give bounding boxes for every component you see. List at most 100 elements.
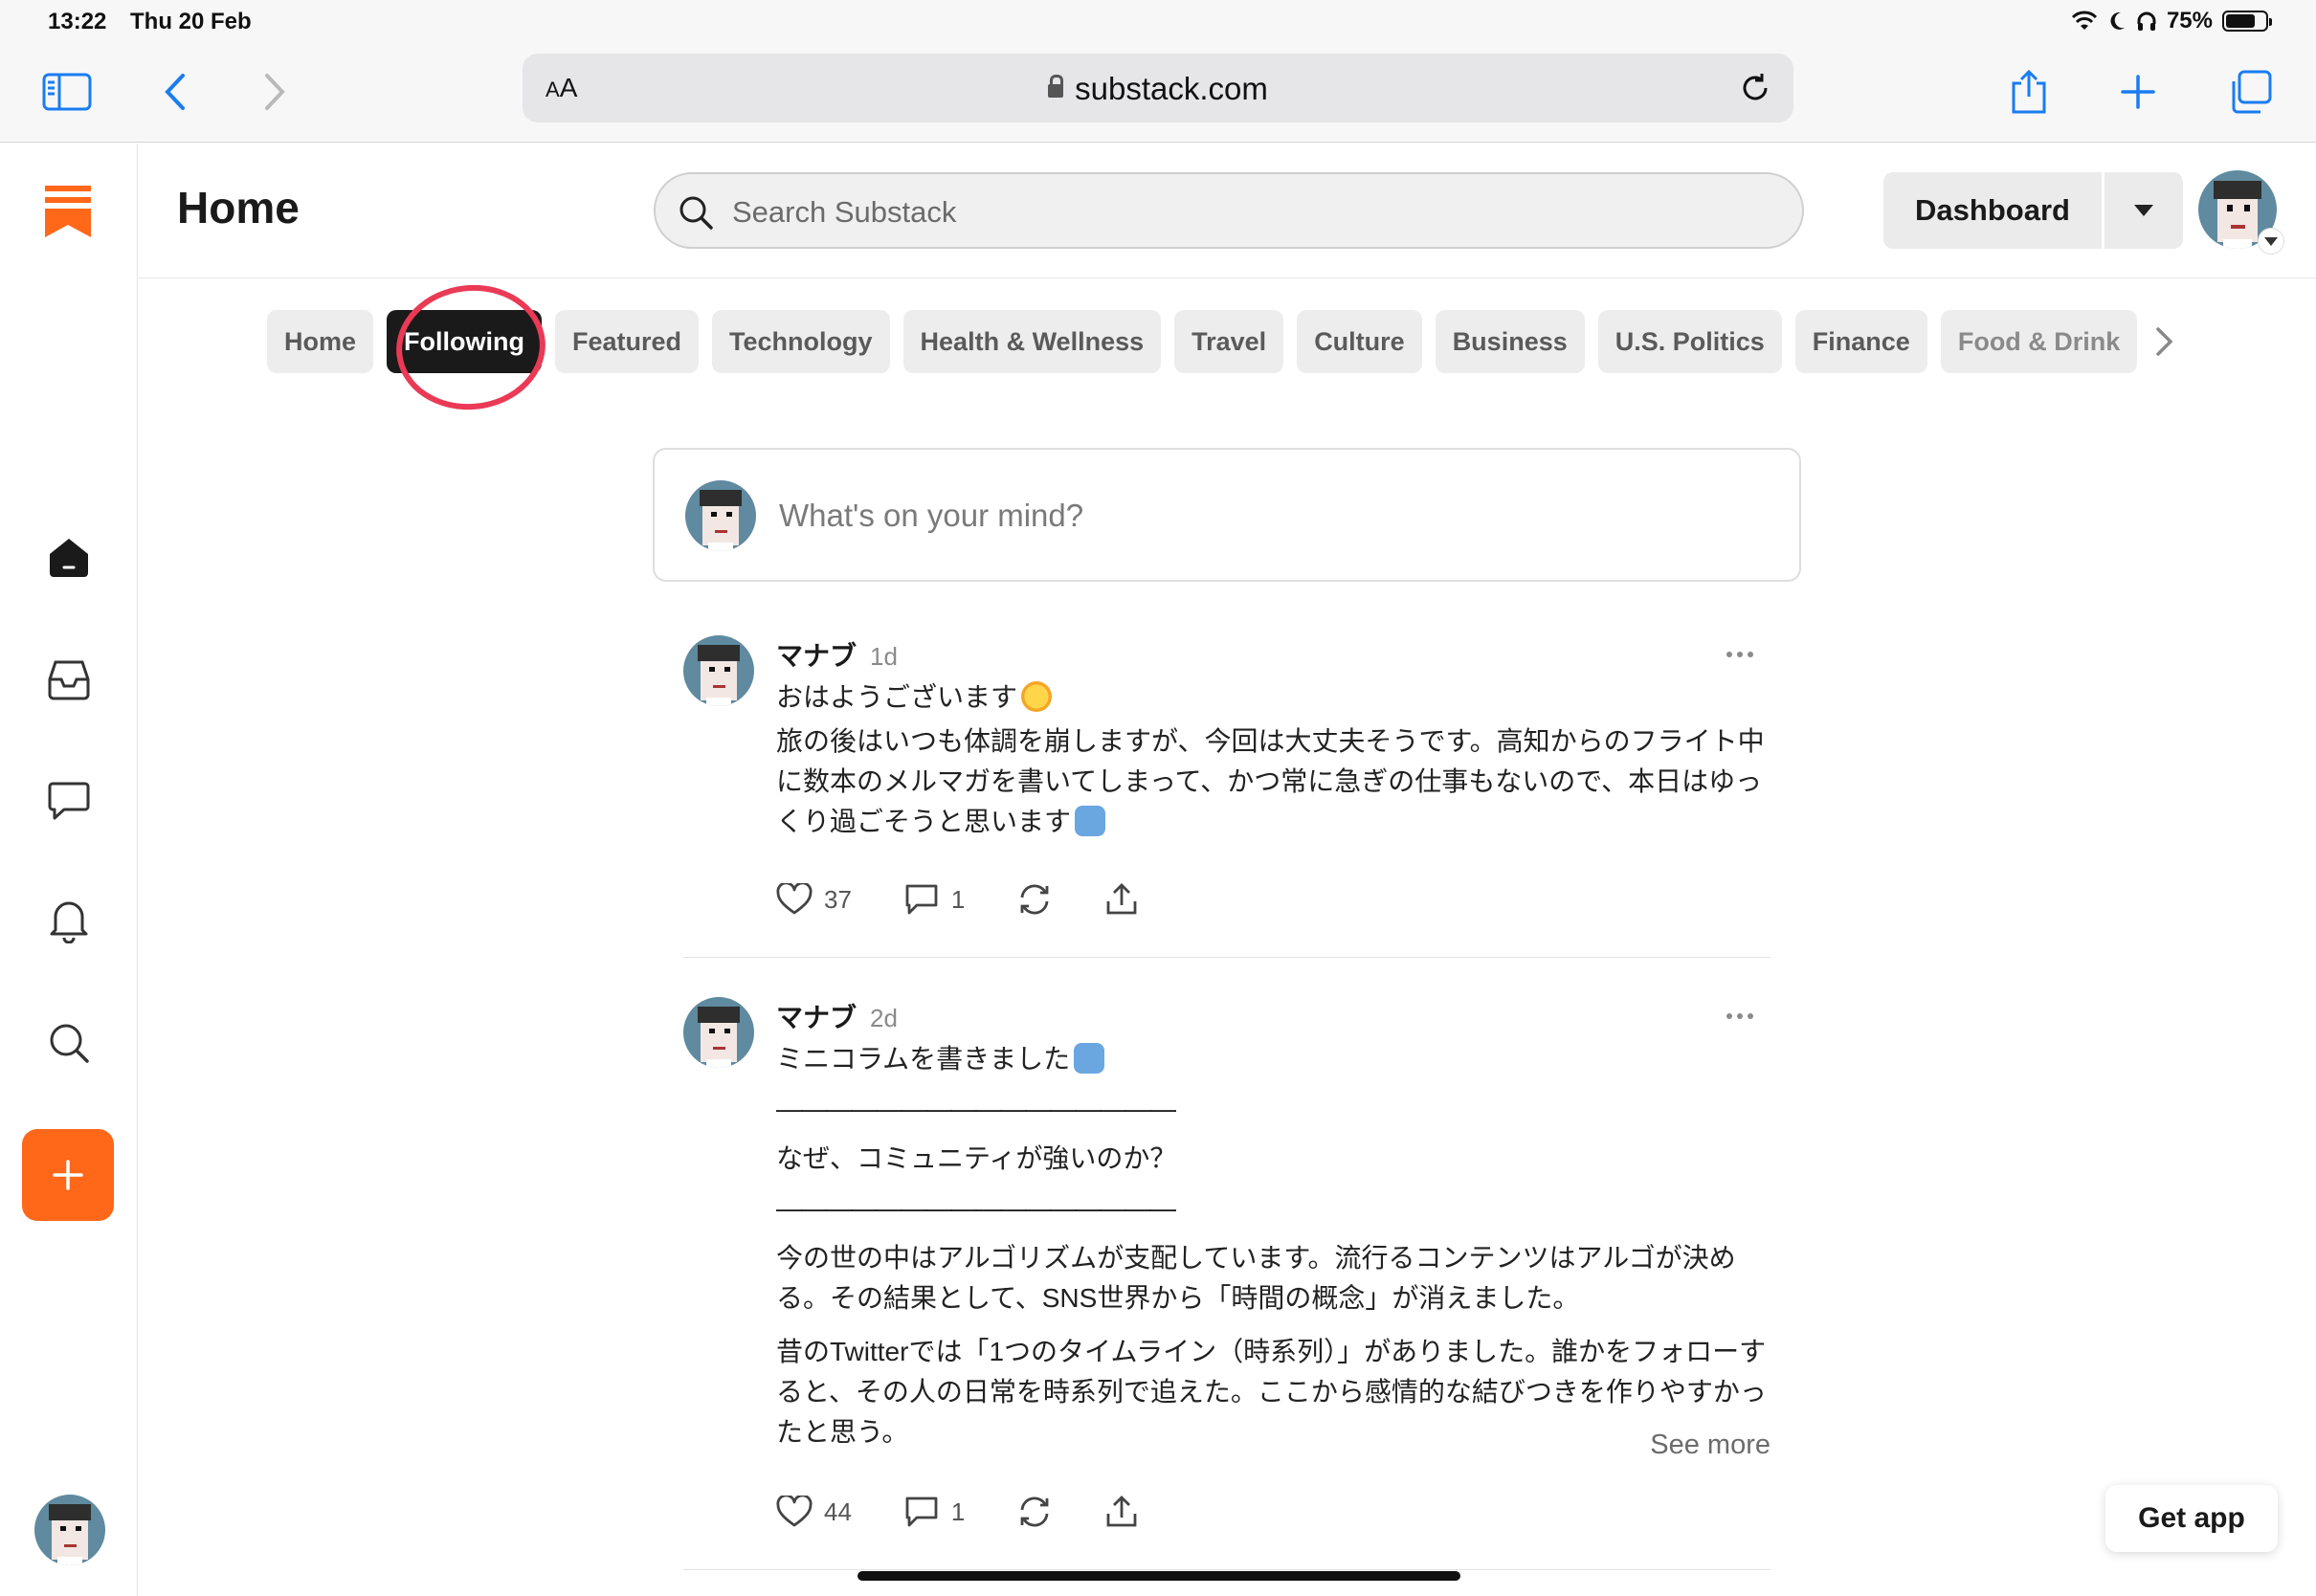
share-post-button[interactable] xyxy=(1104,1495,1139,1529)
comment-icon xyxy=(905,884,938,915)
new-tab-button[interactable] xyxy=(2109,63,2167,121)
url-text: substack.com xyxy=(523,71,1793,107)
substack-logo[interactable] xyxy=(45,186,91,237)
sidebar-toggle-button[interactable] xyxy=(38,63,96,121)
address-bar[interactable]: AA substack.com xyxy=(523,54,1793,122)
share-icon xyxy=(2012,69,2046,114)
post-time: 2d xyxy=(870,1004,898,1032)
tabs-overview-button[interactable] xyxy=(2222,63,2280,121)
post-actions: 44 1 xyxy=(776,1495,1191,1529)
forward-icon xyxy=(265,74,285,110)
search-placeholder: Search Substack xyxy=(732,195,957,229)
inbox-icon xyxy=(48,660,90,700)
post-paragraph: 今の世の中はアルゴリズムが支配しています。流行るコンテンツはアルゴが決める。その… xyxy=(776,1243,1736,1313)
tab-u-s-politics[interactable]: U.S. Politics xyxy=(1597,310,1782,373)
nav-search[interactable] xyxy=(40,1014,98,1072)
tab-health-wellness[interactable]: Health & Wellness xyxy=(902,310,1162,373)
dashboard-button[interactable]: Dashboard xyxy=(1883,172,2102,249)
back-button[interactable] xyxy=(145,63,203,121)
wifi-icon xyxy=(2071,11,2098,30)
avatar xyxy=(683,635,754,706)
comment-count: 1 xyxy=(950,884,966,914)
sidebar-icon xyxy=(42,73,92,111)
moon-icon xyxy=(2110,11,2125,30)
plus-icon xyxy=(53,1160,83,1190)
person-emoji-icon xyxy=(1075,806,1106,836)
post-body: おはようございます 旅の後はいつも体調を崩しますが、今回は大丈夫そうです。高知か… xyxy=(776,677,1771,855)
nav-notifications[interactable] xyxy=(40,892,98,949)
like-button[interactable]: 44 xyxy=(776,1496,852,1528)
heart-icon xyxy=(776,883,813,915)
comment-button[interactable]: 1 xyxy=(903,1495,965,1529)
heart-icon xyxy=(776,1496,813,1527)
share-button[interactable] xyxy=(2000,63,2058,121)
search-input[interactable]: Search Substack xyxy=(654,172,1804,249)
nav-home[interactable] xyxy=(40,528,98,586)
feed-post[interactable]: マナブ 2d ミニコラムを書きました ———————————————— なぜ、コミ… xyxy=(683,997,1770,1533)
post-paragraph: ミニコラムを書きました xyxy=(776,1044,1071,1074)
more-options-button[interactable] xyxy=(1726,1007,1765,1026)
more-icon xyxy=(1726,652,1732,657)
substack-logo-icon xyxy=(45,186,91,237)
page-header: Home Search Substack Dashboard xyxy=(139,144,2316,278)
post-paragraph: おはようございます xyxy=(776,682,1018,712)
comment-icon xyxy=(905,1496,938,1527)
browser-toolbar: AA substack.com xyxy=(0,42,2316,143)
composer-placeholder: What's on your mind? xyxy=(779,498,1084,533)
restack-button[interactable] xyxy=(1016,1495,1053,1529)
reload-button[interactable] xyxy=(1734,67,1776,109)
profile-avatar[interactable] xyxy=(34,1495,105,1565)
like-button[interactable]: 37 xyxy=(776,883,852,916)
post-paragraph: ———————————————— xyxy=(776,1193,1176,1223)
tab-featured[interactable]: Featured xyxy=(555,310,700,373)
account-menu-button[interactable] xyxy=(2198,170,2284,255)
author-avatar[interactable] xyxy=(683,635,754,706)
post-composer[interactable]: What's on your mind? xyxy=(653,448,1801,582)
more-options-button[interactable] xyxy=(1726,645,1765,664)
chat-icon xyxy=(48,782,90,820)
new-post-button[interactable] xyxy=(22,1129,114,1221)
avatar xyxy=(34,1495,105,1565)
tab-home[interactable]: Home xyxy=(267,310,374,373)
avatar xyxy=(685,480,756,551)
back-icon xyxy=(165,74,185,110)
avatar xyxy=(683,997,754,1068)
see-more-link[interactable]: See more xyxy=(1650,1430,1770,1461)
post-body: ミニコラムを書きました ———————————————— なぜ、コミュニティが強… xyxy=(776,1039,1771,1466)
tab-travel[interactable]: Travel xyxy=(1174,310,1284,373)
tab-food-drink[interactable]: Food & Drink xyxy=(1940,310,2138,373)
home-icon xyxy=(50,539,88,577)
app-sidebar xyxy=(0,144,138,1596)
dashboard-dropdown-button[interactable] xyxy=(2104,172,2183,249)
status-date: Thu 20 Feb xyxy=(130,9,252,34)
tab-following[interactable]: Following xyxy=(387,310,542,373)
tab-business[interactable]: Business xyxy=(1435,310,1585,373)
headphones-icon xyxy=(2137,11,2156,31)
category-tabs: Home Following Featured Technology Health & … xyxy=(267,310,2138,373)
restack-button[interactable] xyxy=(1016,882,1053,917)
tab-technology[interactable]: Technology xyxy=(712,310,890,373)
status-bar: 13:22 Thu 20 Feb 75% xyxy=(0,0,2316,42)
nav-inbox[interactable] xyxy=(40,651,98,708)
status-time: 13:22 xyxy=(48,9,107,34)
post-meta: マナブ 1d xyxy=(776,635,898,674)
nav-chat[interactable] xyxy=(40,771,98,829)
sun-emoji-icon xyxy=(1021,681,1053,712)
tabs-scroll-right-button[interactable] xyxy=(2136,310,2194,373)
share-icon xyxy=(1106,1496,1137,1527)
post-paragraph: なぜ、コミュニティが強いのか？ xyxy=(776,1143,1177,1173)
share-post-button[interactable] xyxy=(1104,882,1139,917)
get-app-button[interactable]: Get app xyxy=(2105,1485,2278,1552)
feed-post[interactable]: マナブ 1d おはようございます 旅の後はいつも体調を崩しますが、今回は大丈夫そう… xyxy=(683,635,1770,922)
post-author[interactable]: マナブ xyxy=(776,1003,857,1032)
tab-finance[interactable]: Finance xyxy=(1794,310,1927,373)
battery-icon xyxy=(2222,11,2272,32)
tab-culture[interactable]: Culture xyxy=(1297,310,1422,373)
comment-button[interactable]: 1 xyxy=(903,882,965,917)
forward-button[interactable] xyxy=(247,63,304,121)
post-author[interactable]: マナブ xyxy=(776,641,857,671)
reload-icon xyxy=(1743,74,1768,100)
author-avatar[interactable] xyxy=(683,997,754,1068)
plus-icon xyxy=(2121,75,2155,109)
lock-icon xyxy=(1048,75,1064,98)
